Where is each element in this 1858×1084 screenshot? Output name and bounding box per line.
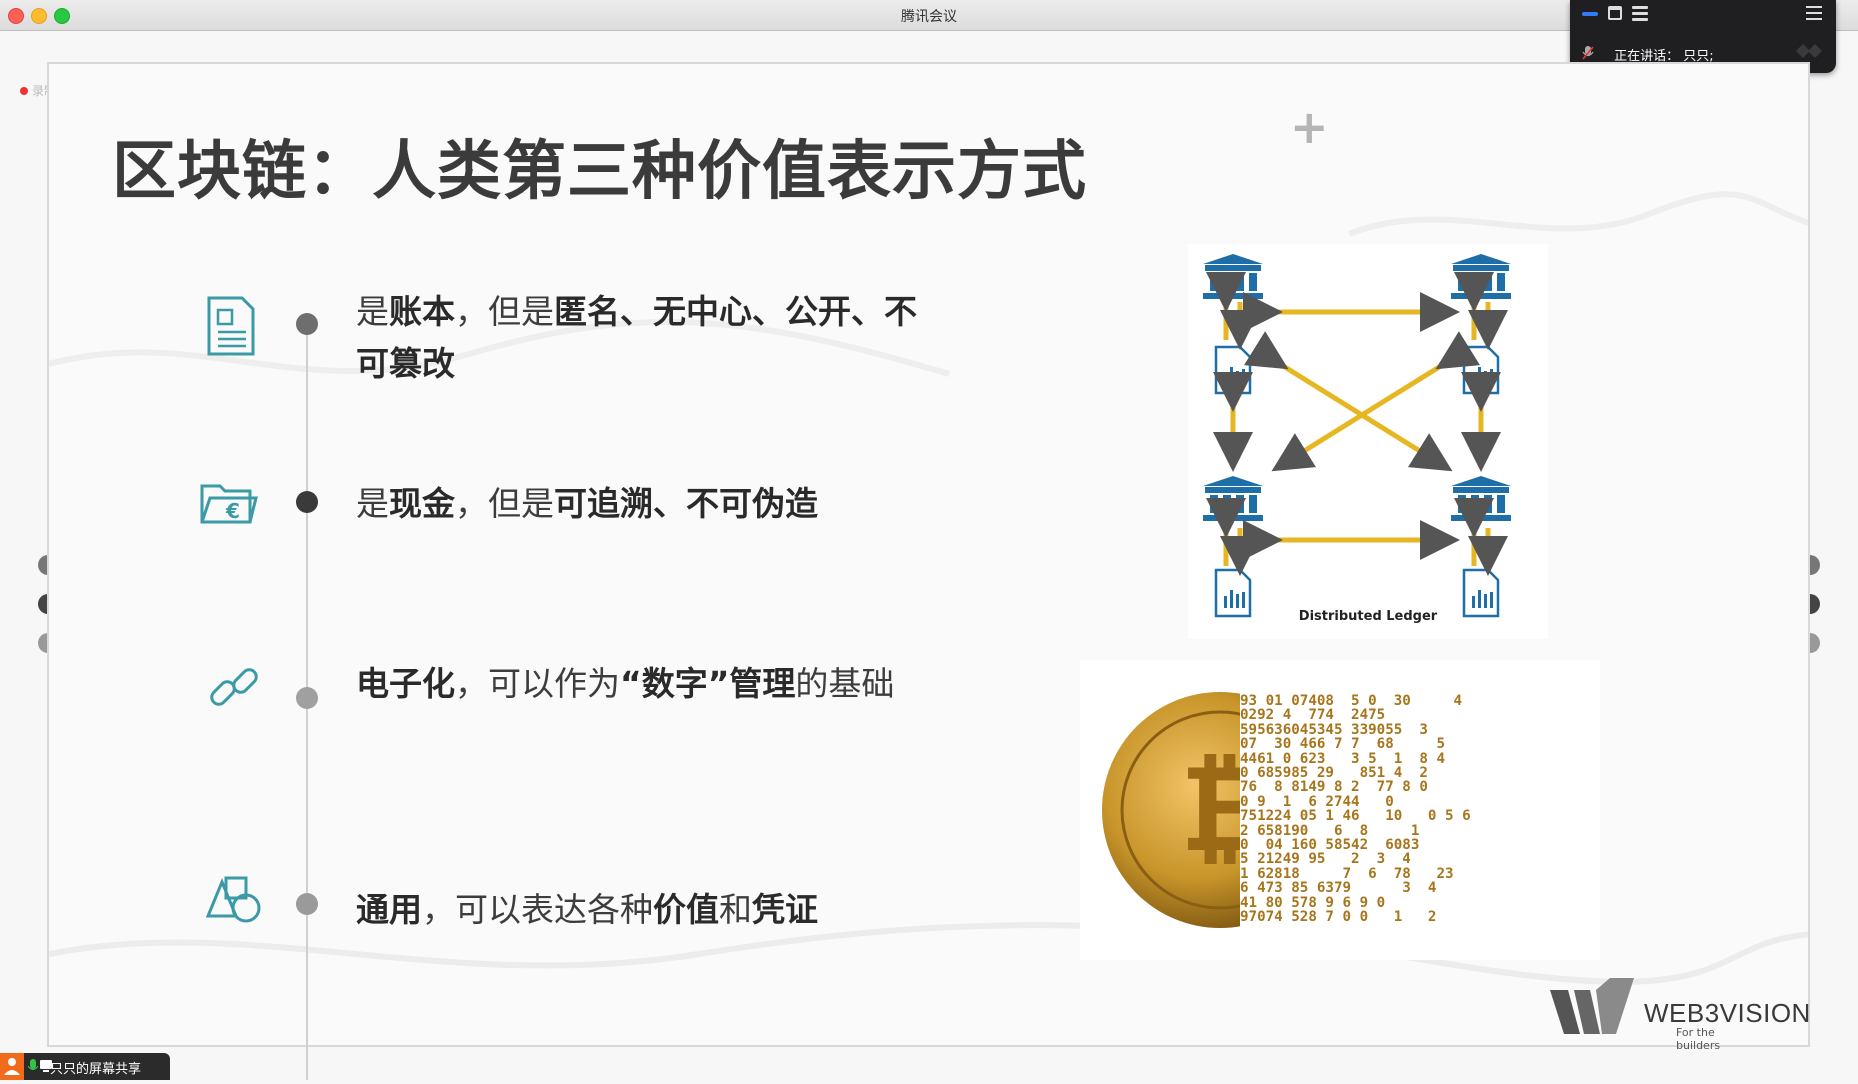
bitcoin-digit-row: 1 62818 7 6 78 23 [1240,865,1454,882]
screen-share-bar[interactable]: 只只的屏幕共享 [0,1053,170,1080]
bank-icon [1451,476,1511,521]
bullet-text-part: 和 [719,890,752,929]
screen-share-label: 只只的屏幕共享 [50,1062,142,1077]
panel-drag-handle-icon[interactable] [1796,44,1822,58]
ledger-document-icon [1214,568,1252,618]
bullet-text-part: 现金 [389,484,455,523]
bullet-text-part: ，但是 [455,292,554,331]
bullet-text-part: 是 [356,292,389,331]
ledger-caption: Distributed Ledger [1299,609,1438,624]
euro-folder-icon: € [200,484,258,524]
bullet-text-part: 管理 [729,664,796,703]
bitcoin-digits-illustration: ₿ 93 01 07408 5 0 30 4 0292 4 774 2475 595… [1080,660,1600,960]
logo-tagline: For the builders [1676,1026,1721,1052]
bitcoin-digit-row: 2 658190 6 8 1 [1240,822,1420,839]
bullet-text-part: 价值 [653,890,719,929]
bitcoin-digit-row: 6 473 85 6379 3 4 [1240,880,1437,897]
bullet-text-part: 账本 [389,292,455,331]
bitcoin-digit-row: 41 80 578 9 6 9 0 [1240,894,1386,911]
distributed-ledger-illustration: Distributed Ledger [1188,244,1548,639]
bank-icon [1203,254,1263,299]
expand-panel-icon[interactable] [1806,6,1822,22]
bitcoin-digit-row: 0292 4 774 2475 [1240,707,1386,724]
link-icon [210,668,258,706]
web3vision-logo-icon [1550,978,1634,1034]
bitcoin-digit-row: 0 9 1 6 2744 0 [1240,793,1394,810]
bullet-text-part: 可追溯、不可伪造 [554,484,818,523]
bullet-text-part: 的基础 [795,664,895,703]
bitcoin-digit-row: 07 30 466 7 7 68 5 [1240,736,1445,753]
bitcoin-digit-row: 595636045345 339055 3 [1240,721,1428,738]
bitcoin-digit-row: 76 8 8149 8 2 77 8 0 [1240,779,1428,796]
recording-dot-icon [20,87,28,95]
bullet-cash: 是现金，但是可追溯、不可伪造 [356,478,936,530]
ledger-document-icon [1462,568,1500,618]
bitcoin-digit-row: 0 04 160 58542 6083 [1240,837,1420,854]
bullet-text-part: 凭证 [752,890,818,929]
slide-title: 区块链：人类第三种价值表示方式 [112,135,1087,209]
mic-muted-icon [1582,46,1594,60]
svg-text:€: € [225,499,240,523]
bullet-universal: 通用，可以表达各种价值和凭证 [356,884,936,936]
bullet-digital: 电子化，可以作为“数字”管理的基础 [356,658,936,710]
bank-icon [1203,476,1263,521]
bullet-ledger: 是账本，但是匿名、无中心、公开、不可篡改 [356,286,936,390]
bitcoin-digit-grid: 93 01 07408 5 0 30 4 0292 4 774 2475 59563… [1240,694,1471,925]
person-icon [0,1053,24,1080]
ledger-document-icon [1214,345,1252,395]
bitcoin-digit-row: 4461 0 623 3 5 1 8 4 [1240,750,1445,767]
bullet-text-part: 电子化 [356,664,455,703]
bitcoin-digit-row: 93 01 07408 5 0 30 4 [1240,693,1463,709]
window-mode-icon[interactable] [1608,6,1622,20]
timeline-dot [296,687,318,709]
microphone-icon [28,1059,38,1070]
bullet-text-part: 是 [356,484,389,523]
ledger-document-icon [1462,345,1500,395]
timeline-dot [296,313,318,335]
timeline-dot [296,491,318,513]
bullet-text-part: ，可以作为 [455,664,620,703]
bitcoin-digit-row: 751224 05 1 46 10 0 5 6 [1240,808,1471,825]
logo-brand-text: WEB3VISION [1644,998,1811,1028]
bullet-text-part: ，但是 [455,484,554,523]
shapes-icon [206,876,261,923]
list-view-icon[interactable] [1632,6,1648,22]
bitcoin-digit-row: 97074 528 7 0 0 1 2 [1240,909,1437,926]
bullet-text-part: 通用 [356,890,422,929]
bitcoin-digit-row: 5 21249 95 2 3 4 [1240,851,1411,868]
plus-decoration-icon: + [1290,100,1329,154]
timeline-dot [296,893,318,915]
bullet-text-part: “数字” [620,664,730,703]
bitcoin-digit-row: 0 685985 29 851 4 2 [1240,765,1428,782]
bullet-text-part: ，可以表达各种 [422,890,653,929]
document-icon [207,296,255,356]
minimize-panel-icon[interactable] [1582,12,1598,16]
bank-icon [1451,254,1511,299]
